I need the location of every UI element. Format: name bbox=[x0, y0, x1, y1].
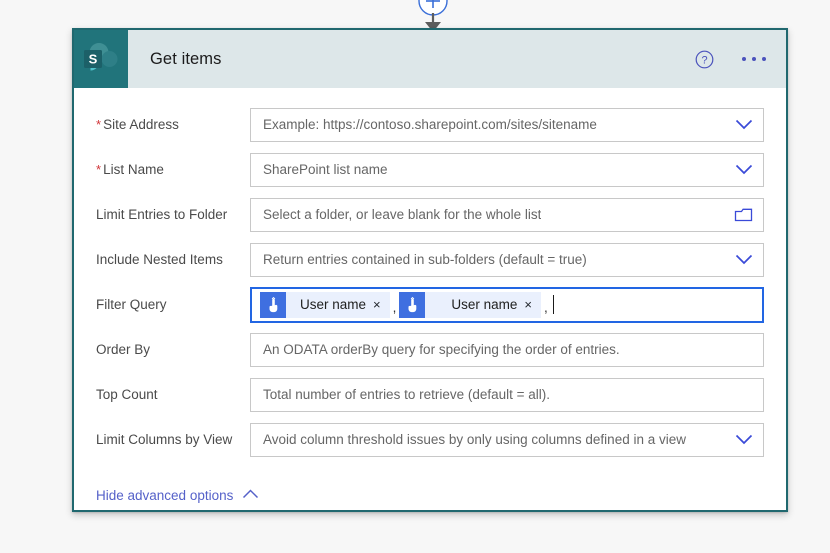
trailing-text: , bbox=[544, 300, 548, 315]
order-by-input[interactable]: An ODATA orderBy query for specifying th… bbox=[250, 332, 764, 367]
card-header: S Get items ? bbox=[74, 30, 786, 88]
list-name-placeholder: SharePoint list name bbox=[263, 162, 388, 177]
token-user-name-1[interactable]: User name × bbox=[260, 291, 390, 318]
limit-columns-placeholder: Avoid column threshold issues by only us… bbox=[263, 432, 686, 447]
action-card: S Get items ? * Site Address Example: htt bbox=[72, 28, 788, 512]
form-row-limit-entries-to-folder: Limit Entries to Folder Select a folder,… bbox=[96, 192, 764, 237]
folder-icon[interactable] bbox=[726, 207, 753, 223]
touch-pointer-icon bbox=[399, 291, 426, 318]
limit-entries-to-folder-input[interactable]: Select a folder, or leave blank for the … bbox=[250, 197, 764, 232]
sharepoint-icon: S bbox=[74, 30, 128, 88]
site-address-placeholder: Example: https://contoso.sharepoint.com/… bbox=[263, 117, 597, 132]
header-actions: ? bbox=[695, 30, 770, 88]
field-label-limit-entries-to-folder: Limit Entries to Folder bbox=[96, 207, 228, 222]
order-by-placeholder: An ODATA orderBy query for specifying th… bbox=[263, 342, 620, 357]
list-name-input[interactable]: SharePoint list name bbox=[250, 152, 764, 187]
page-title: Get items bbox=[150, 49, 222, 68]
form-row-limit-columns-by-view: Limit Columns by View Avoid column thres… bbox=[96, 417, 764, 462]
field-label-site-address: * Site Address bbox=[96, 117, 179, 132]
limit-entries-placeholder: Select a folder, or leave blank for the … bbox=[263, 207, 542, 222]
touch-pointer-icon bbox=[260, 291, 286, 318]
field-label-top-count: Top Count bbox=[96, 387, 158, 402]
field-label-include-nested-items: Include Nested Items bbox=[96, 252, 223, 267]
top-count-input[interactable]: Total number of entries to retrieve (def… bbox=[250, 377, 764, 412]
limit-columns-by-view-input[interactable]: Avoid column threshold issues by only us… bbox=[250, 422, 764, 457]
field-label-filter-query: Filter Query bbox=[96, 297, 167, 312]
filter-query-input[interactable]: User name × , User name × , bbox=[250, 286, 764, 323]
help-circle-icon[interactable]: ? bbox=[695, 50, 714, 69]
token-user-name-2[interactable]: User name × bbox=[399, 291, 542, 318]
include-nested-items-input[interactable]: Return entries contained in sub-folders … bbox=[250, 242, 764, 277]
form-row-list-name: * List Name SharePoint list name bbox=[96, 147, 764, 192]
field-label-list-name: * List Name bbox=[96, 162, 164, 177]
token-label: User name bbox=[300, 297, 367, 312]
card-body: * Site Address Example: https://contoso.s… bbox=[74, 88, 786, 462]
text-caret bbox=[552, 295, 554, 314]
required-marker: * bbox=[96, 117, 102, 132]
svg-text:S: S bbox=[89, 52, 98, 67]
hide-advanced-options-label: Hide advanced options bbox=[96, 487, 234, 503]
chevron-down-icon[interactable] bbox=[727, 119, 753, 130]
token-remove-icon[interactable]: × bbox=[524, 298, 541, 311]
chevron-down-icon[interactable] bbox=[727, 254, 753, 265]
token-remove-icon[interactable]: × bbox=[373, 298, 390, 311]
include-nested-items-placeholder: Return entries contained in sub-folders … bbox=[263, 252, 587, 267]
field-label-limit-columns-by-view: Limit Columns by View bbox=[96, 432, 233, 447]
form-row-site-address: * Site Address Example: https://contoso.s… bbox=[96, 102, 764, 147]
form-row-filter-query: Filter Query User name × , User name × , bbox=[96, 282, 764, 327]
ellipsis-icon[interactable] bbox=[738, 49, 770, 69]
site-address-input[interactable]: Example: https://contoso.sharepoint.com/… bbox=[250, 107, 764, 142]
chevron-up-icon bbox=[242, 486, 259, 504]
chevron-down-icon[interactable] bbox=[727, 164, 753, 175]
top-count-placeholder: Total number of entries to retrieve (def… bbox=[263, 387, 551, 402]
token-list: User name × , User name × , bbox=[260, 289, 554, 321]
required-marker: * bbox=[96, 162, 102, 177]
form-row-include-nested-items: Include Nested Items Return entries cont… bbox=[96, 237, 764, 282]
token-label: User name bbox=[451, 297, 518, 312]
svg-text:?: ? bbox=[701, 54, 707, 66]
chevron-down-icon[interactable] bbox=[727, 434, 753, 445]
token-separator: , bbox=[392, 300, 397, 315]
form-row-top-count: Top Count Total number of entries to ret… bbox=[96, 372, 764, 417]
form-row-order-by: Order By An ODATA orderBy query for spec… bbox=[96, 327, 764, 372]
hide-advanced-options-button[interactable]: Hide advanced options bbox=[96, 486, 259, 504]
field-label-order-by: Order By bbox=[96, 342, 151, 357]
